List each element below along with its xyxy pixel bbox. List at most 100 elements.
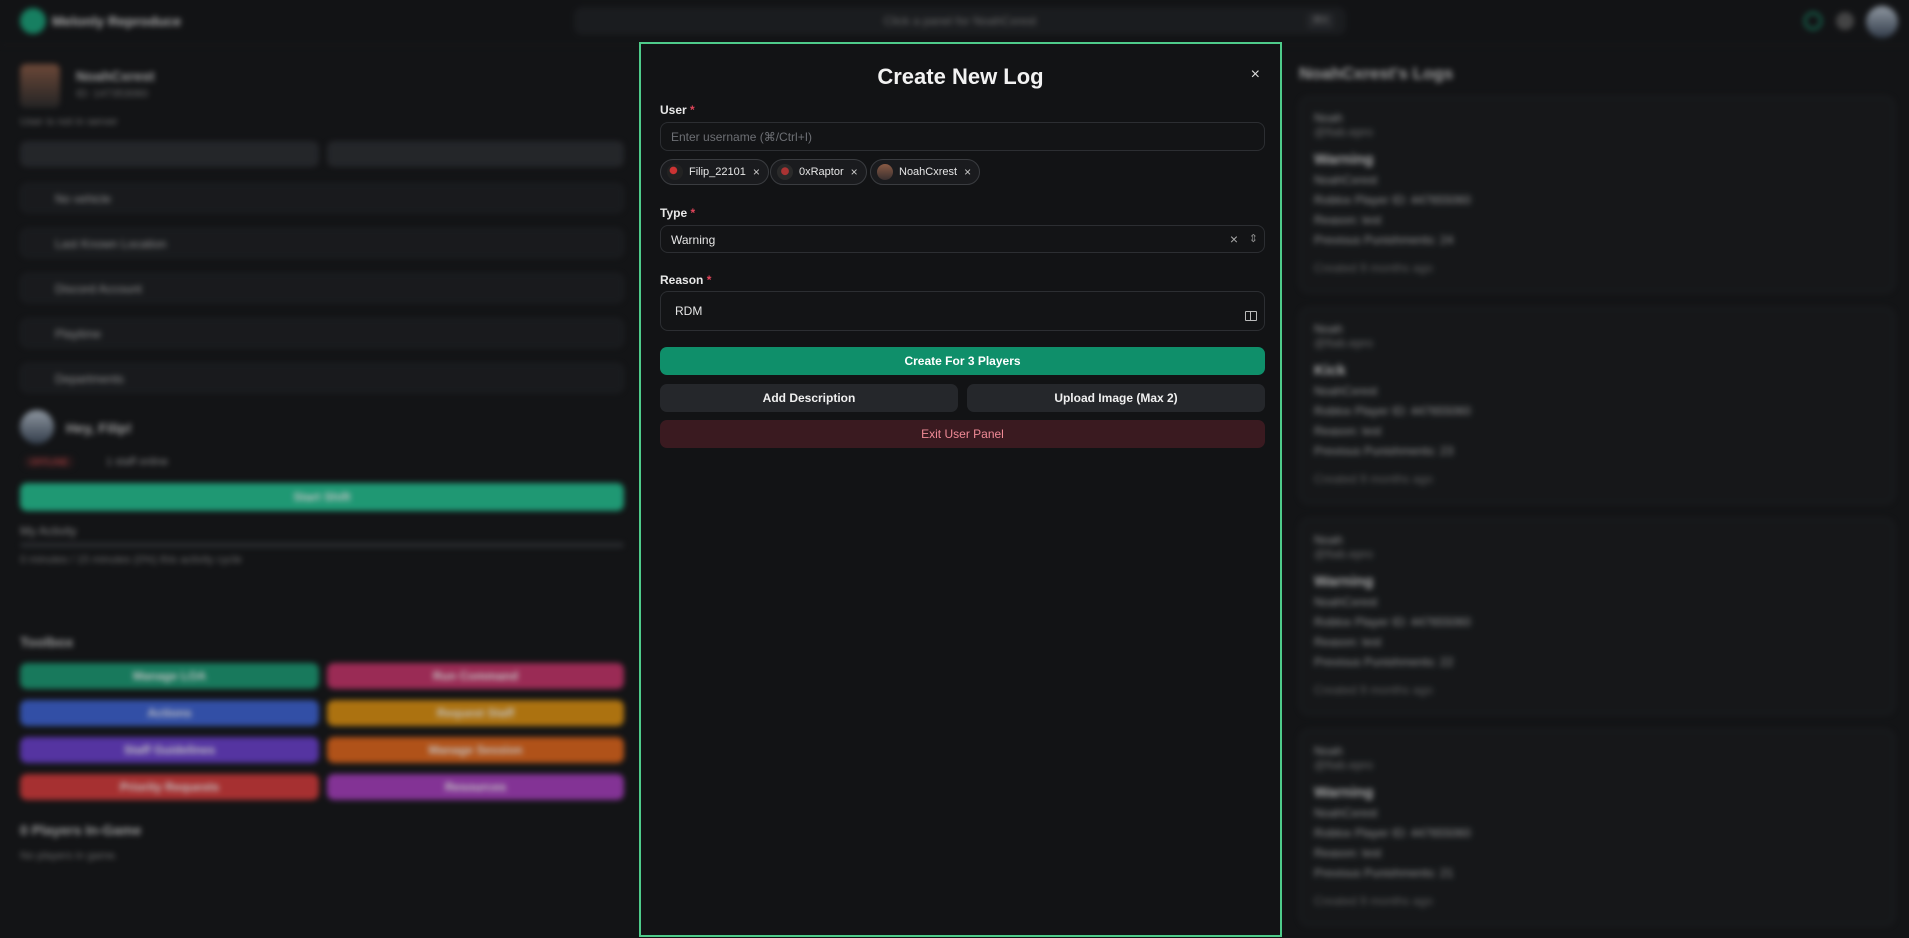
log-card[interactable]: Noah @fiab.epro Warning NoahCxrest Roblo… (1299, 518, 1895, 715)
user-label: User * (660, 103, 695, 117)
log-author: Noah (1314, 111, 1343, 125)
remove-chip-icon[interactable]: × (753, 160, 760, 184)
log-previous: Previous Punishments: 23 (1314, 444, 1454, 458)
manage-session-button[interactable]: Manage Session (327, 737, 624, 763)
reason-label-text: Reason (660, 273, 704, 287)
log-user: NoahCxrest (1314, 173, 1378, 187)
log-type: Warning (1314, 151, 1374, 168)
log-type: Warning (1314, 784, 1374, 801)
log-user: NoahCxrest (1314, 595, 1378, 609)
log-reason: Reason: test (1314, 635, 1382, 649)
location-row[interactable]: Last Known Location (20, 228, 624, 258)
staff-online: 1 staff online (106, 456, 169, 468)
log-previous: Previous Punishments: 22 (1314, 655, 1454, 669)
exit-user-panel-button[interactable]: Exit User Panel (660, 420, 1265, 448)
actions-button[interactable]: Actions (20, 700, 319, 726)
log-handle: @fiab.epro (1314, 125, 1373, 139)
request-staff-button[interactable]: Request Staff (327, 700, 624, 726)
log-author: Noah (1314, 322, 1343, 336)
type-label: Type * (660, 206, 695, 220)
search-text: Click a panel for NoahCxrest (883, 14, 1037, 28)
staff-guidelines-button[interactable]: Staff Guidelines (20, 737, 319, 763)
departments-row[interactable]: Departments (20, 363, 624, 393)
log-previous: Previous Punishments: 24 (1314, 233, 1454, 247)
brand-name[interactable]: Melonly Reproduce (52, 13, 181, 29)
user-label-text: User (660, 103, 687, 117)
book-icon[interactable] (1245, 311, 1257, 321)
top-bar: Melonly Reproduce Click a panel for Noah… (0, 0, 1909, 45)
profile-action-button[interactable] (20, 141, 319, 167)
user-chip: 0xRaptor × (770, 159, 867, 185)
upload-image-button[interactable]: Upload Image (Max 2) (967, 384, 1265, 412)
playtime-row[interactable]: Playtime (20, 318, 624, 348)
log-previous: Previous Punishments: 21 (1314, 866, 1454, 880)
user-avatar[interactable] (1866, 6, 1898, 38)
run-command-button[interactable]: Run Command (327, 663, 624, 689)
manage-loa-button[interactable]: Manage LOA (20, 663, 319, 689)
log-player-id: Roblox Player ID: 447655060 (1314, 193, 1471, 207)
log-player-id: Roblox Player ID: 447655060 (1314, 826, 1471, 840)
profile-id: ID: 147353060 (76, 88, 149, 100)
clear-icon[interactable]: × (1230, 231, 1238, 247)
user-chip: NoahCxrest × (870, 159, 981, 185)
staff-avatar (20, 410, 54, 444)
profile-action-button[interactable] (327, 141, 624, 167)
log-card[interactable]: Noah @fiab.epro Warning NoahCxrest Roblo… (1299, 729, 1895, 926)
type-label-text: Type (660, 206, 688, 220)
reason-label: Reason * (660, 273, 711, 287)
discord-row[interactable]: Discord Account (20, 273, 624, 303)
log-reason: Reason: test (1314, 424, 1382, 438)
log-user: NoahCxrest (1314, 806, 1378, 820)
profile-name: NoahCxrest (76, 68, 155, 84)
cloud-icon[interactable] (1804, 12, 1822, 30)
log-player-id: Roblox Player ID: 447655060 (1314, 404, 1471, 418)
required-mark: * (690, 103, 695, 117)
log-author: Noah (1314, 533, 1343, 547)
log-player-id: Roblox Player ID: 447655060 (1314, 615, 1471, 629)
resources-button[interactable]: Resources (327, 774, 624, 800)
status-badge: OFFLINE (24, 456, 75, 468)
search-shortcut: ⌘K (1307, 13, 1334, 29)
user-input[interactable] (661, 123, 1264, 150)
log-type: Kick (1314, 362, 1346, 379)
user-field[interactable] (660, 122, 1265, 151)
user-chip: Filip_22101 × (660, 159, 769, 185)
greeting: Hey, Filip! (66, 420, 132, 436)
chip-name: Filip_22101 (689, 166, 746, 178)
reason-field[interactable]: RDM (660, 291, 1265, 331)
select-arrows-icon[interactable]: ⇕ (1249, 232, 1258, 245)
chip-avatar (877, 164, 893, 180)
log-author: Noah (1314, 744, 1343, 758)
global-search[interactable]: Click a panel for NoahCxrest ⌘K (574, 7, 1346, 35)
chip-name: 0xRaptor (799, 166, 844, 178)
profile-avatar (20, 64, 60, 108)
start-shift-button[interactable]: Start Shift (20, 483, 624, 511)
log-type: Warning (1314, 573, 1374, 590)
vehicle-row[interactable]: No vehicle (20, 183, 624, 213)
profile-status: User is not in server (20, 116, 118, 128)
create-log-modal: Create New Log × User * Filip_22101 × 0x… (639, 42, 1282, 937)
chip-name: NoahCxrest (899, 166, 958, 178)
modal-title: Create New Log (877, 64, 1044, 89)
activity-progress (20, 542, 624, 548)
players-title: 0 Players In-Game (20, 822, 142, 838)
type-select[interactable]: Warning × ⇕ (660, 225, 1265, 253)
logs-title: NoahCxrest's Logs (1299, 64, 1454, 83)
log-created: Created 9 months ago (1314, 472, 1433, 486)
create-logs-button[interactable]: Create For 3 Players (660, 347, 1265, 375)
priority-requests-button[interactable]: Priority Requests (20, 774, 319, 800)
log-card[interactable]: Noah @fiab.epro Kick NoahCxrest Roblox P… (1299, 307, 1895, 504)
bell-icon[interactable] (1836, 12, 1854, 30)
remove-chip-icon[interactable]: × (964, 160, 971, 184)
activity-title: My Activity (20, 524, 77, 538)
log-reason: Reason: test (1314, 213, 1382, 227)
log-user: NoahCxrest (1314, 384, 1378, 398)
log-card[interactable]: Noah @fiab.epro Warning NoahCxrest Roblo… (1299, 96, 1895, 293)
chip-avatar (667, 164, 683, 180)
log-created: Created 9 months ago (1314, 683, 1433, 697)
remove-chip-icon[interactable]: × (851, 160, 858, 184)
add-description-button[interactable]: Add Description (660, 384, 958, 412)
log-reason: Reason: test (1314, 846, 1382, 860)
close-icon[interactable]: × (1251, 66, 1260, 84)
required-mark: * (706, 273, 712, 287)
